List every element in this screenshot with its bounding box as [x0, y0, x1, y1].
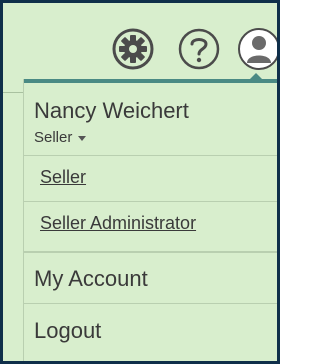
chevron-down-icon — [78, 136, 87, 141]
role-selector[interactable]: Seller — [34, 129, 87, 146]
help-icon[interactable] — [177, 27, 221, 71]
user-avatar-icon[interactable] — [237, 27, 280, 71]
current-role-label: Seller — [34, 129, 73, 146]
dropdown-accent-border — [24, 79, 277, 83]
header-toolbar — [3, 3, 277, 73]
screenshot-frame: Nancy Weichert Seller Seller Seller Admi… — [0, 0, 280, 364]
logout-item[interactable]: Logout — [34, 318, 101, 344]
user-name: Nancy Weichert — [34, 98, 189, 123]
role-divider — [24, 201, 277, 202]
my-account-item[interactable]: My Account — [34, 266, 148, 292]
user-dropdown-menu: Nancy Weichert Seller Seller Seller Admi… — [23, 73, 277, 361]
menu-divider — [24, 303, 277, 304]
section-divider — [24, 251, 277, 253]
role-option-seller-administrator[interactable]: Seller Administrator — [40, 213, 196, 234]
role-divider — [24, 155, 277, 156]
dropdown-caret — [248, 73, 264, 81]
role-option-seller[interactable]: Seller — [40, 167, 86, 188]
settings-icon[interactable] — [111, 27, 155, 71]
